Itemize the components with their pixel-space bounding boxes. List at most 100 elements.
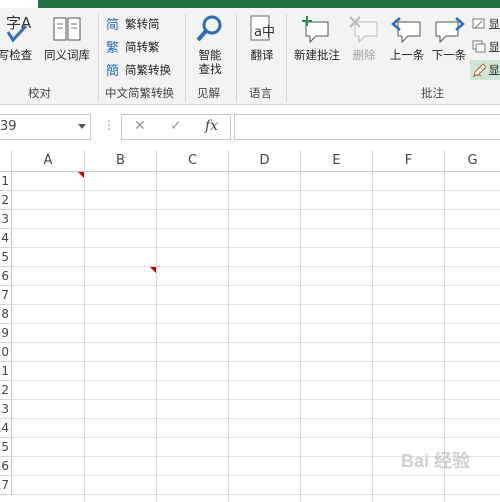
column-header[interactable]: F [373, 150, 445, 172]
ribbon: 字A 写检查 同义词库 校对 简 繁转简 繁 简转繁 簡 简繁转换 中文简繁转换… [0, 8, 500, 105]
traditional-to-simplified-button[interactable]: 简 繁转简 [106, 16, 160, 32]
simplified-to-traditional-button[interactable]: 繁 简转繁 [106, 39, 160, 55]
spell-check-label: 写检查 [0, 48, 32, 62]
column-header[interactable]: B [85, 150, 157, 172]
gridline [12, 437, 500, 438]
column-header[interactable]: E [301, 150, 373, 172]
group-separator [98, 14, 99, 102]
row-header[interactable]: 10 [0, 343, 12, 362]
row-number: 8 [1, 305, 9, 324]
show-all-comments-button[interactable]: 显 [472, 39, 500, 55]
row-header[interactable]: 16 [0, 457, 12, 476]
row-number: 4 [1, 229, 9, 248]
gridline [228, 172, 229, 502]
smart-lookup-button[interactable]: 智能 查找 [190, 14, 230, 76]
row-number: 6 [1, 267, 9, 286]
column-header[interactable]: A [12, 150, 85, 172]
select-all-corner[interactable] [0, 150, 12, 172]
comment-indicator[interactable] [150, 267, 156, 273]
show-all-comments-label: 显 [489, 39, 500, 55]
simplified-to-traditional-icon: 繁 [106, 39, 122, 55]
show-hide-comment-button[interactable]: 显 [472, 16, 500, 32]
gridline [84, 172, 85, 502]
column-header[interactable]: G [445, 150, 500, 172]
row-header[interactable]: 12 [0, 381, 12, 400]
name-box[interactable]: 39 [0, 114, 91, 140]
gridline [12, 418, 500, 419]
row-header[interactable]: 5 [0, 248, 12, 267]
ribbon-tab-bar [0, 0, 500, 8]
insert-function-icon[interactable]: fx [205, 118, 218, 134]
traditional-to-simplified-icon: 简 [106, 16, 122, 32]
group-separator [236, 14, 237, 102]
next-comment-label: 下一条 [432, 48, 467, 62]
row-header[interactable]: 14 [0, 419, 12, 438]
row-header[interactable]: 15 [0, 438, 12, 457]
row-header[interactable]: 3 [0, 210, 12, 229]
book-icon [50, 14, 84, 46]
group-label-chinese-conversion: 中文简繁转换 [105, 85, 174, 101]
svg-text:繁: 繁 [106, 40, 119, 55]
row-number: 7 [1, 286, 9, 305]
group-label-comments: 批注 [421, 85, 444, 101]
row-header[interactable]: 8 [0, 305, 12, 324]
column-header[interactable]: C [157, 150, 229, 172]
gridline [372, 172, 373, 502]
gridline [12, 361, 500, 362]
row-header[interactable]: 9 [0, 324, 12, 343]
svg-text:簡: 簡 [106, 64, 119, 78]
group-separator [185, 14, 186, 102]
gridline [12, 266, 500, 267]
chinese-conversion-button[interactable]: 簡 简繁转换 [106, 62, 171, 78]
svg-text:a中: a中 [254, 25, 275, 40]
new-comment-button[interactable]: 新建批注 [291, 14, 343, 62]
cancel-icon[interactable]: ✕ [134, 118, 146, 134]
row-number: 10 [0, 343, 9, 362]
tab-review[interactable] [0, 0, 38, 8]
show-ink-button[interactable]: 显 [470, 60, 500, 80]
row-header[interactable]: 13 [0, 400, 12, 419]
row-header[interactable]: 6 [0, 267, 12, 286]
gridline [12, 494, 500, 495]
gridline [12, 399, 500, 400]
traditional-to-simplified-label: 繁转简 [125, 16, 160, 32]
delete-comment-label: 删除 [353, 48, 376, 62]
group-label-proofing: 校对 [28, 85, 51, 101]
gridline [12, 209, 500, 210]
row-number: 17 [0, 476, 9, 495]
svg-text:字A: 字A [6, 14, 32, 32]
enter-icon[interactable]: ✓ [170, 118, 182, 134]
gridline [12, 304, 500, 305]
comment-indicator[interactable] [78, 172, 84, 178]
group-separator [286, 14, 287, 102]
delete-comment-button[interactable]: 删除 [346, 14, 382, 62]
gridline [12, 323, 500, 324]
row-header[interactable]: 4 [0, 229, 12, 248]
magnifier-icon [193, 14, 227, 46]
row-header[interactable]: 1 [0, 172, 12, 191]
previous-comment-button[interactable]: 上一条 [386, 14, 428, 62]
row-number: 2 [1, 191, 9, 210]
vertical-dots-icon[interactable]: ⋮ [103, 118, 115, 132]
row-number: 16 [0, 457, 9, 476]
row-header[interactable]: 11 [0, 362, 12, 381]
thesaurus-button[interactable]: 同义词库 [40, 14, 94, 62]
chinese-conversion-icon: 簡 [106, 62, 122, 78]
spell-check-button[interactable]: 字A 写检查 [0, 14, 38, 62]
group-label-language: 语言 [249, 85, 272, 101]
gridline [12, 190, 500, 191]
chinese-conversion-label: 简繁转换 [125, 62, 171, 78]
thesaurus-label: 同义词库 [44, 48, 90, 62]
row-header[interactable]: 17 [0, 476, 12, 495]
row-header[interactable]: 2 [0, 191, 12, 210]
next-comment-button[interactable]: 下一条 [428, 14, 470, 62]
column-header[interactable]: D [229, 150, 301, 172]
translate-button[interactable]: a中 翻译 [242, 14, 282, 62]
chevron-down-icon[interactable] [78, 124, 86, 129]
gridline [12, 228, 500, 229]
row-number: 14 [0, 419, 9, 438]
row-header[interactable]: 7 [0, 286, 12, 305]
spell-check-icon: 字A [0, 14, 32, 46]
formula-input[interactable] [234, 114, 500, 140]
formula-controls: ✕ ✓ fx [121, 114, 231, 140]
